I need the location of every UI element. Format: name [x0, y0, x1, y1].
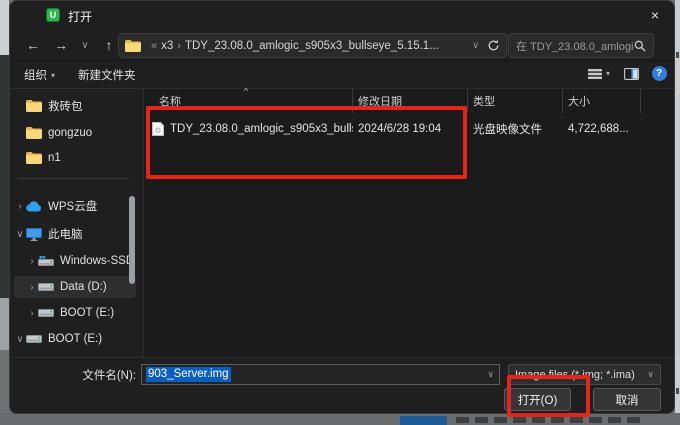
- background-fragment-left-top: [0, 0, 9, 55]
- sidebar-item-label: gongzuo: [48, 127, 92, 139]
- cancel-button[interactable]: 取消: [593, 388, 661, 411]
- organize-button[interactable]: 组织 ▾: [24, 67, 55, 83]
- file-type: 光盘映像文件: [468, 117, 563, 141]
- command-toolbar: 组织 ▾ 新建文件夹 ▾: [10, 61, 674, 89]
- sidebar-item-windows-ssd[interactable]: › Windows-SSD: [14, 250, 136, 272]
- up-button[interactable]: ↑: [98, 34, 120, 56]
- screen: U 打开 × ← → ∨ ↑ « x3 › TDY_23.08.0_amlogi…: [0, 0, 680, 425]
- chevron-down-icon[interactable]: ∨: [647, 369, 654, 380]
- breadcrumb-separator-icon: ›: [177, 40, 181, 52]
- navigation-bar: ← → ∨ ↑ « x3 › TDY_23.08.0_amlogic_s905x…: [10, 29, 674, 61]
- preview-pane-icon[interactable]: [618, 68, 644, 80]
- sidebar-item-data-d[interactable]: › Data (D:): [14, 276, 136, 298]
- drive-icon: [38, 282, 54, 292]
- cloud-icon: [26, 201, 42, 212]
- open-file-dialog: U 打开 × ← → ∨ ↑ « x3 › TDY_23.08.0_amlogi…: [9, 0, 675, 414]
- usb-burning-tool-app-icon: U: [46, 8, 60, 22]
- sidebar-separator: [18, 178, 130, 179]
- recent-locations-button[interactable]: ∨: [74, 34, 96, 56]
- back-button[interactable]: ←: [22, 34, 44, 56]
- help-button[interactable]: ?: [644, 66, 674, 81]
- search-icon[interactable]: [634, 40, 646, 52]
- sidebar-item-gongzuo[interactable]: gongzuo: [14, 122, 136, 144]
- sidebar-item-boot-e-2[interactable]: ∨ BOOT (E:): [14, 328, 136, 350]
- forward-button[interactable]: →: [50, 34, 72, 56]
- breadcrumb-overflow-icon[interactable]: «: [151, 40, 157, 52]
- address-bar[interactable]: « x3 › TDY_23.08.0_amlogic_s905x3_bullse…: [118, 33, 507, 58]
- chevron-right-icon[interactable]: ›: [26, 256, 38, 267]
- title-bar: U 打开 ×: [10, 1, 674, 29]
- search-input[interactable]: 在 TDY_23.08.0_amlogic_s...: [516, 38, 634, 54]
- chevron-down-icon[interactable]: ∨: [14, 334, 26, 345]
- column-header-blank: [641, 89, 674, 113]
- computer-icon: [26, 228, 42, 241]
- filename-combobox[interactable]: 903_Server.img ∨: [141, 364, 500, 385]
- column-header-type[interactable]: 类型: [468, 89, 563, 113]
- sidebar-item-label: BOOT (E:): [48, 333, 102, 345]
- sidebar-item-label: n1: [48, 152, 61, 164]
- windows-drive-icon: [38, 256, 54, 267]
- drive-icon: [26, 334, 42, 344]
- background-fragment-left-bottom: [0, 350, 9, 413]
- sort-ascending-icon: ^: [244, 86, 248, 96]
- annotation-rectangle-open-button: [507, 375, 590, 417]
- sidebar-item-label: BOOT (E:): [60, 307, 114, 319]
- background-fragment-left: [0, 55, 9, 298]
- folder-icon: [125, 40, 141, 52]
- chevron-down-icon[interactable]: ∨: [487, 369, 494, 380]
- details-view-icon[interactable]: [584, 68, 606, 80]
- column-header-size[interactable]: 大小: [563, 89, 641, 113]
- sidebar-item-label: WPS云盘: [48, 198, 97, 214]
- views-caret-icon[interactable]: ▾: [606, 69, 610, 78]
- folder-icon: [26, 152, 42, 164]
- breadcrumb-current-folder[interactable]: TDY_23.08.0_amlogic_s905x3_bullseye_5.15…: [185, 40, 439, 52]
- sidebar-item-label: Windows-SSD: [60, 255, 134, 267]
- background-speck: [676, 52, 679, 58]
- refresh-icon[interactable]: [487, 39, 500, 52]
- close-icon[interactable]: ×: [644, 5, 666, 25]
- chevron-right-icon[interactable]: ›: [26, 308, 38, 319]
- sidebar-item-boot-e[interactable]: › BOOT (E:): [14, 302, 136, 324]
- sidebar-item-wps-cloud[interactable]: › WPS云盘: [14, 195, 136, 217]
- background-fragment-left-light: [0, 298, 9, 350]
- search-box[interactable]: 在 TDY_23.08.0_amlogic_s...: [508, 33, 654, 58]
- filename-input[interactable]: 903_Server.img: [146, 367, 231, 382]
- sidebar-item-label: Data (D:): [60, 281, 107, 293]
- chevron-down-icon[interactable]: ∨: [14, 229, 26, 240]
- annotation-rectangle-file-list: [146, 106, 467, 179]
- help-icon: ?: [652, 66, 667, 81]
- sidebar-scrollbar[interactable]: [129, 196, 135, 284]
- folder-icon: [26, 100, 42, 112]
- sidebar-item-this-pc[interactable]: ∨ 此电脑: [14, 223, 136, 245]
- chevron-right-icon[interactable]: ›: [14, 201, 26, 212]
- breadcrumb-root[interactable]: x3: [161, 40, 173, 52]
- navigation-pane: 救砖包 gongzuo n1: [10, 89, 143, 357]
- background-app-text-fragment: [456, 417, 641, 423]
- file-size: 4,722,688...: [563, 117, 641, 141]
- chevron-right-icon[interactable]: ›: [26, 282, 38, 293]
- new-folder-button[interactable]: 新建文件夹: [78, 67, 136, 83]
- address-dropdown-icon[interactable]: ∨: [472, 40, 479, 51]
- dialog-title: 打开: [68, 8, 92, 25]
- background-fragment-right: [675, 0, 680, 413]
- folder-icon: [26, 127, 42, 139]
- background-app-blue-fragment: [400, 416, 447, 425]
- sidebar-item-label: 此电脑: [48, 226, 83, 242]
- filename-label: 文件名(N):: [10, 367, 136, 383]
- sidebar-item-n1[interactable]: n1: [14, 147, 136, 169]
- sidebar-item-jiuzhuanbao[interactable]: 救砖包: [14, 95, 136, 117]
- sidebar-item-label: 救砖包: [48, 98, 83, 114]
- drive-icon: [38, 308, 54, 318]
- view-controls: ▾ ?: [584, 66, 674, 81]
- caret-down-icon: ▾: [51, 71, 55, 80]
- background-speck: [676, 388, 679, 394]
